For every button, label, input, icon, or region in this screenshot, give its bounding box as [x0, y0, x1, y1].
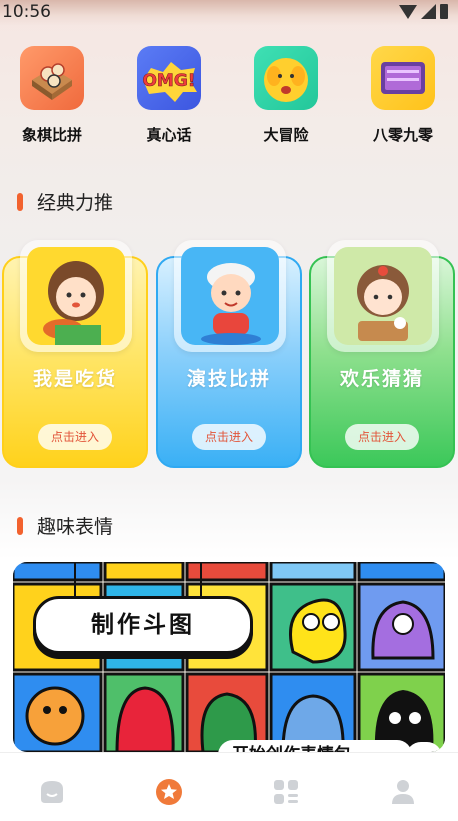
game-label: 象棋比拼 — [21, 126, 82, 144]
fun-tab[interactable] — [152, 775, 186, 809]
enter-button[interactable]: 点击进入 — [192, 424, 266, 450]
game-item-chess[interactable]: 象棋比拼 — [2, 46, 102, 145]
card-thumb-frame — [20, 240, 132, 352]
signal-icon — [421, 4, 436, 19]
svg-text:OMG!: OMG! — [142, 71, 195, 91]
status-bar: 10:56 — [0, 0, 458, 26]
section-title-text: 趣味表情 — [37, 516, 114, 538]
game-item-retro[interactable]: 八零九零 — [353, 46, 453, 145]
status-icons — [399, 4, 448, 19]
game-item-truth[interactable]: OMG! 真心话 — [119, 46, 219, 145]
card-title: 欢乐猜猜 — [339, 368, 424, 390]
profile-tab[interactable] — [386, 775, 420, 809]
section-title-text: 经典力推 — [37, 192, 114, 214]
acting-boy-icon — [181, 247, 279, 345]
star-badge-icon — [156, 779, 182, 805]
card-title: 我是吃货 — [32, 368, 117, 390]
home-icon — [41, 781, 63, 803]
meme-maker-banner[interactable]: 制作斗图 开始创作表情包 › — [13, 562, 445, 752]
section-title-emoji: 趣味表情 — [17, 512, 113, 539]
guess-girl-icon — [334, 247, 432, 345]
grid-icon — [274, 780, 298, 804]
game-label: 真心话 — [146, 126, 192, 144]
card-title: 演技比拼 — [186, 368, 271, 390]
home-tab[interactable] — [35, 775, 69, 809]
bottom-tab-bar — [0, 752, 458, 821]
section-accent-bar — [17, 192, 23, 211]
monster-collage-illustration — [13, 562, 445, 752]
omg-icon: OMG! — [137, 46, 201, 110]
banner-title: 制作斗图 — [33, 596, 253, 654]
card-thumb-frame — [174, 240, 286, 352]
person-icon — [392, 780, 414, 804]
card-guess[interactable]: 欢乐猜猜 点击进入 — [309, 240, 455, 468]
card-foodie[interactable]: 我是吃货 点击进入 — [2, 240, 148, 468]
game-item-dare[interactable]: 大冒险 — [236, 46, 336, 145]
shy-face-icon — [254, 46, 318, 110]
chess-icon — [20, 46, 84, 110]
apps-tab[interactable] — [269, 775, 303, 809]
retro-tv-icon — [371, 46, 435, 110]
status-time: 10:56 — [2, 2, 51, 22]
enter-button[interactable]: 点击进入 — [38, 424, 112, 450]
banner-subtitle[interactable]: 开始创作表情包 — [218, 740, 412, 752]
card-thumb-frame — [327, 240, 439, 352]
section-title-classic: 经典力推 — [17, 188, 113, 215]
section-accent-bar — [17, 516, 23, 535]
wifi-icon — [399, 4, 417, 19]
enter-button[interactable]: 点击进入 — [345, 424, 419, 450]
battery-icon — [440, 4, 448, 19]
foodie-girl-icon — [27, 247, 125, 345]
game-label: 八零九零 — [372, 126, 433, 144]
game-shortcuts: 象棋比拼 OMG! 真心话 大冒险 八零九零 — [0, 46, 458, 156]
card-acting[interactable]: 演技比拼 点击进入 — [156, 240, 302, 468]
game-label: 大冒险 — [263, 126, 309, 144]
